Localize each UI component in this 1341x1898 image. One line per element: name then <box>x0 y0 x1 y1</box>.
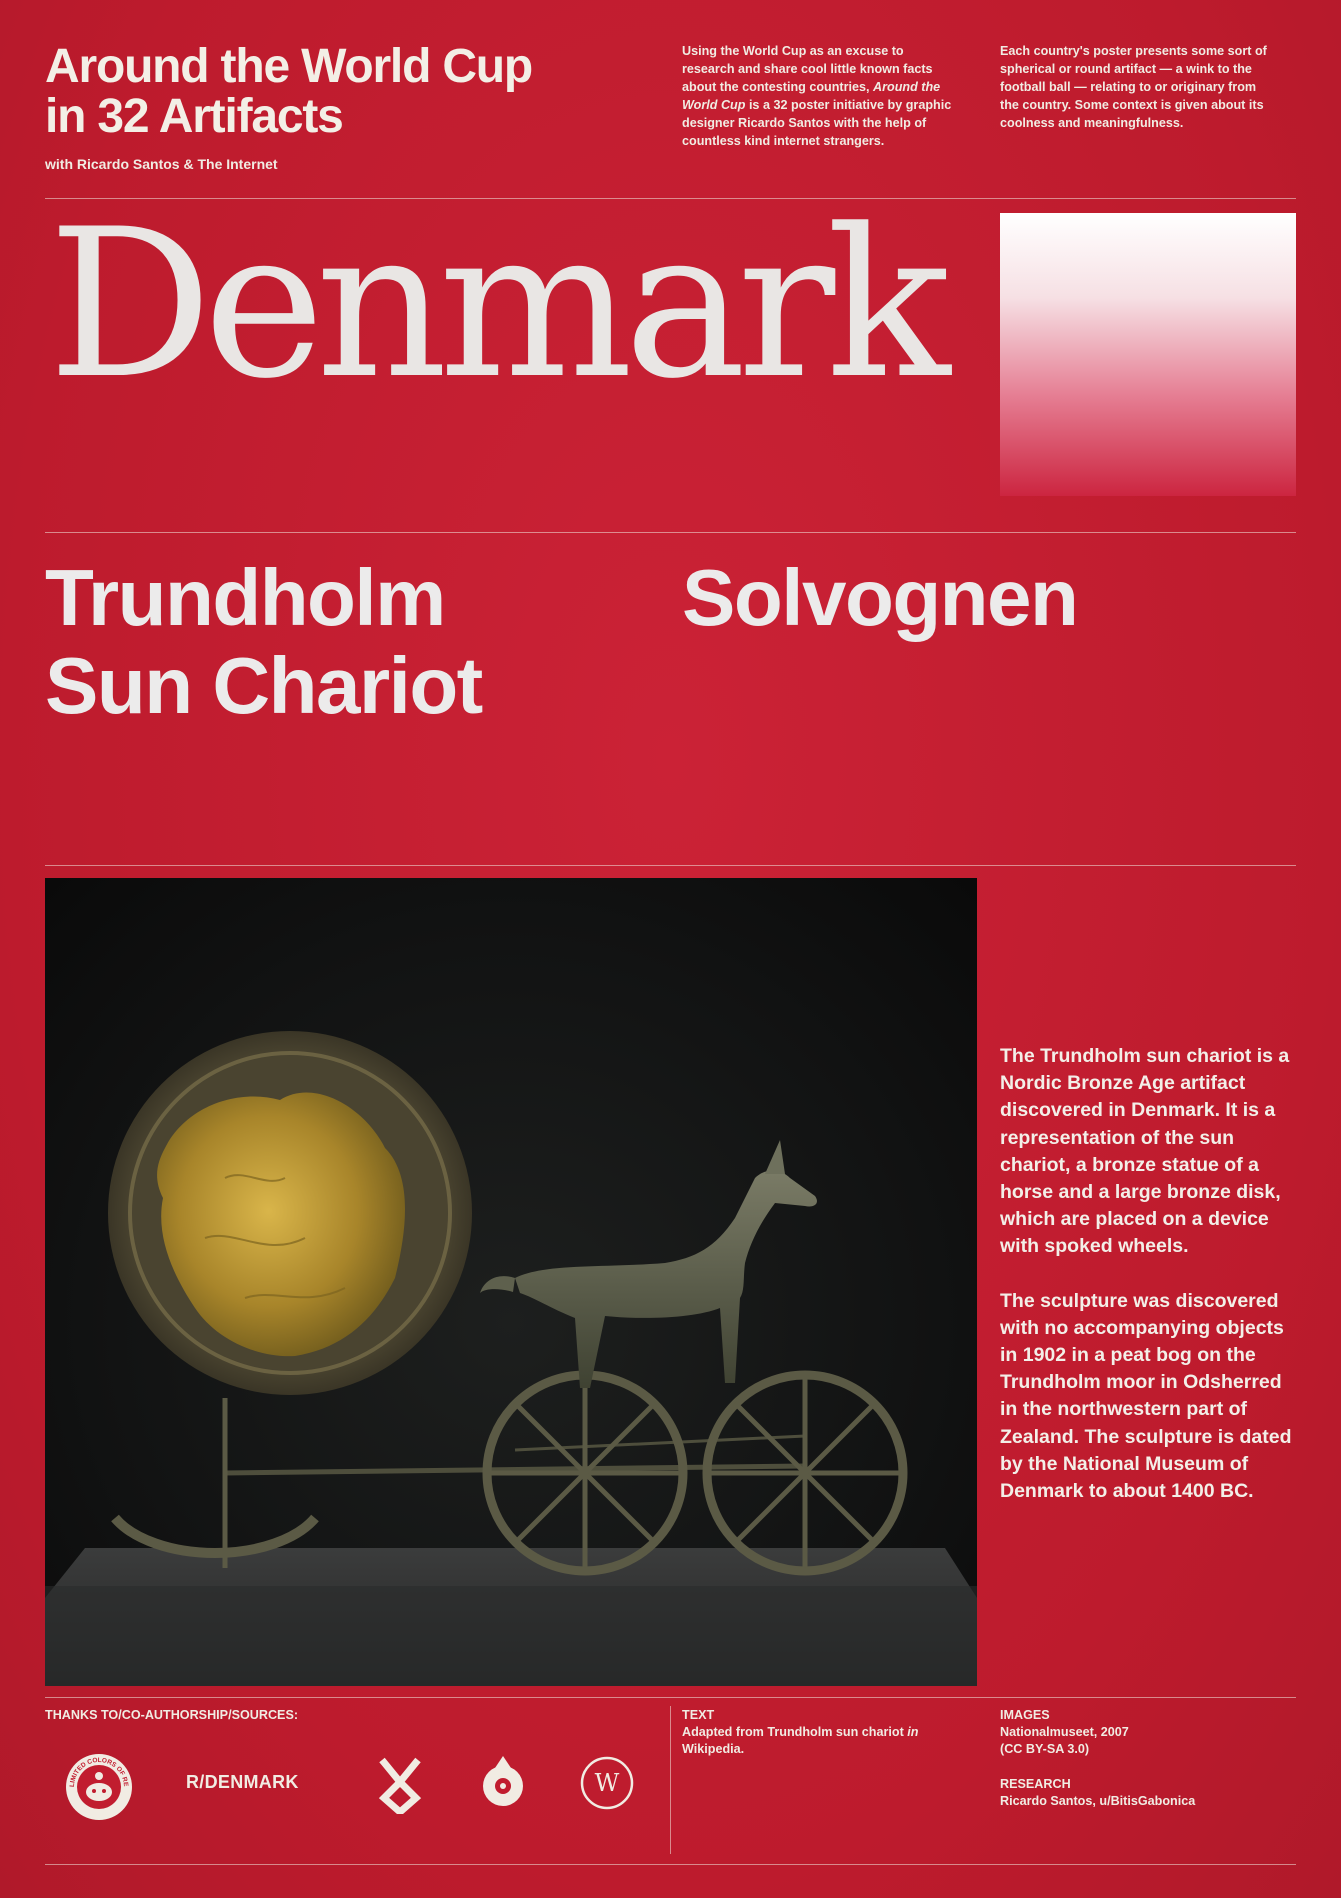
artifact-photo <box>45 878 977 1686</box>
text-credit: TEXT Adapted from Trundholm sun chariot … <box>682 1707 972 1758</box>
text-label: TEXT <box>682 1708 715 1722</box>
sun-chariot-illustration <box>45 1031 977 1686</box>
artifact-name-line2: Sun Chariot <box>45 641 483 730</box>
intro-right: Each country's poster presents some sort… <box>1000 44 1267 130</box>
images-credit: IMAGES Nationalmuseet, 2007 (CC BY-SA 3.… <box>1000 1707 1290 1810</box>
research-label: RESEARCH <box>1000 1777 1071 1791</box>
thanks-label: THANKS TO/CO-AUTHORSHIP/SOURCES: <box>45 1708 299 1722</box>
wikipedia-icon: W <box>580 1756 634 1810</box>
images-value-line2: (CC BY-SA 3.0) <box>1000 1742 1090 1756</box>
bronze-horse <box>480 1140 817 1388</box>
intro-left: Using the World Cup as an excuse to rese… <box>682 42 952 150</box>
othala-rune-icon <box>378 1756 422 1817</box>
research-value: Ricardo Santos, u/BitisGabonica <box>1000 1794 1196 1808</box>
series-title: Around the World Cup in 32 Artifacts <box>45 40 533 143</box>
divider-country <box>45 532 1296 533</box>
footer-divider-vertical <box>670 1706 671 1854</box>
artifact-name-english: Trundholm Sun Chariot <box>45 553 483 730</box>
text-value-italic: in <box>907 1725 919 1739</box>
images-value-line1: Nationalmuseet, 2007 <box>1000 1725 1129 1739</box>
text-value-part2: Wikipedia. <box>682 1742 745 1756</box>
artifact-description: The Trundholm sun chariot is a Nordic Br… <box>1000 1043 1300 1532</box>
svg-text:W: W <box>595 1769 620 1797</box>
divider-footer <box>45 1697 1296 1698</box>
artifact-name-local: Solvognen <box>682 553 1079 642</box>
country-name: Denmark <box>48 186 951 424</box>
divider-artifact <box>45 865 1296 866</box>
flag-swatch <box>1000 213 1296 496</box>
text-value-part1: Adapted from Trundholm sun chariot <box>682 1725 904 1739</box>
sun-disk <box>108 1031 472 1395</box>
text-value: Adapted from Trundholm sun chariot in Wi… <box>682 1724 972 1758</box>
series-subtitle: with Ricardo Santos & The Internet <box>45 156 278 172</box>
series-title-line1: Around the World Cup <box>45 40 533 93</box>
wikimedia-commons-icon <box>477 1752 529 1812</box>
divider-bottom <box>45 1864 1296 1865</box>
description-paragraph-2: The sculpture was discovered with no acc… <box>1000 1289 1292 1503</box>
description-paragraph-1: The Trundholm sun chariot is a Nordic Br… <box>1000 1045 1290 1258</box>
reddit-badge-icon: LIMITED COLORS OF REDDIT <box>62 1747 134 1822</box>
series-title-line2: in 32 Artifacts <box>45 90 344 143</box>
artifact-name-line1: Trundholm <box>45 553 446 642</box>
images-label: IMAGES <box>1000 1708 1050 1722</box>
credit-subreddit[interactable]: R/DENMARK <box>186 1772 299 1793</box>
